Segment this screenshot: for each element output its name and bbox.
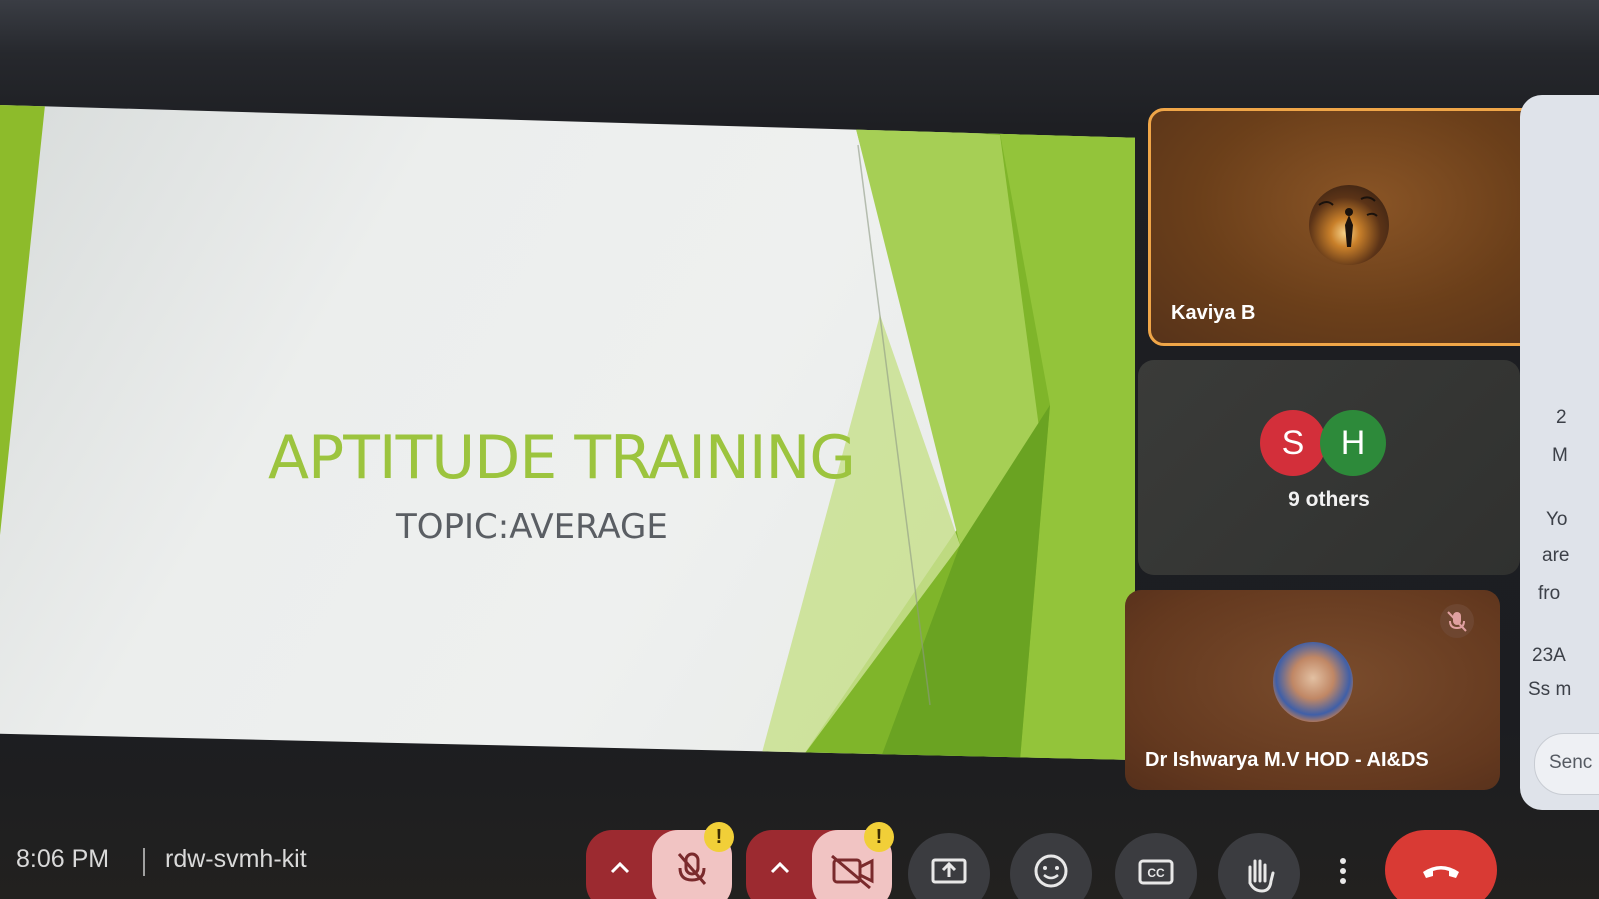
more-options-button[interactable] [1318,833,1368,899]
chat-text-fragment: 23A [1532,645,1566,666]
svg-text:CC: CC [1147,866,1165,880]
chat-text-fragment: M [1552,445,1568,466]
chat-message-input[interactable]: Senc [1534,733,1599,795]
chat-text-fragment: Ss m [1528,679,1572,700]
chat-text-fragment: Yo [1546,509,1568,530]
camera-warning-badge: ! [864,822,894,852]
mic-options-button[interactable] [586,830,654,899]
hand-icon [1248,859,1275,893]
mic-warning-badge: ! [704,822,734,852]
participant-tile-others[interactable]: S H 9 others [1138,360,1520,575]
reactions-button[interactable] [1010,833,1092,899]
participant-tile-featured[interactable]: Kaviya B [1148,108,1541,346]
leave-call-icon [1423,866,1459,878]
silhouette-icon [1318,196,1378,247]
chat-text-fragment: 2 [1556,407,1567,428]
chevron-up-icon [770,861,790,874]
more-vertical-icon [1340,858,1346,884]
mic-muted-indicator [1440,604,1474,638]
slide-title: APTITUDE TRAINING [268,423,856,493]
slide-subtitle: TOPIC:AVERAGE [396,507,668,547]
avatar-initial-h: H [1320,410,1386,476]
chat-input-placeholder: Senc [1549,752,1593,773]
participant-avatar [1273,642,1353,722]
chevron-up-icon [610,861,630,874]
raise-hand-button[interactable] [1218,833,1300,899]
divider [143,848,145,876]
participant-name: Kaviya B [1171,302,1256,324]
present-screen-icon [931,858,967,884]
participant-tile-host[interactable]: Dr Ishwarya M.V HOD - AI&DS [1125,590,1500,790]
participant-avatar [1309,185,1389,265]
closed-captions-icon: CC [1138,859,1174,885]
meeting-window: APTITUDE TRAINING TOPIC:AVERAGE Kaviya B… [0,0,1599,899]
meeting-code: rdw-svmh-kit [165,845,307,873]
present-screen-button[interactable] [908,833,990,899]
chat-text-fragment: fro [1538,583,1561,604]
participant-name: Dr Ishwarya M.V HOD - AI&DS [1145,749,1429,771]
captions-button[interactable]: CC [1115,833,1197,899]
chat-text-fragment: are [1542,545,1570,566]
camera-options-button[interactable] [746,830,814,899]
camera-control-group: ! [746,822,894,899]
leave-call-button[interactable] [1385,830,1497,899]
emoji-icon [1034,854,1068,888]
chat-panel[interactable]: 2 M Yo are fro 23A Ss m Senc [1520,95,1599,810]
meeting-time: 8:06 PM [16,845,110,873]
mic-off-icon [1447,611,1467,632]
avatar-initial-s: S [1260,410,1326,476]
presentation-slide: APTITUDE TRAINING TOPIC:AVERAGE [0,105,1135,760]
mic-control-group: ! [586,822,734,899]
others-count-label: 9 others [1288,488,1370,511]
